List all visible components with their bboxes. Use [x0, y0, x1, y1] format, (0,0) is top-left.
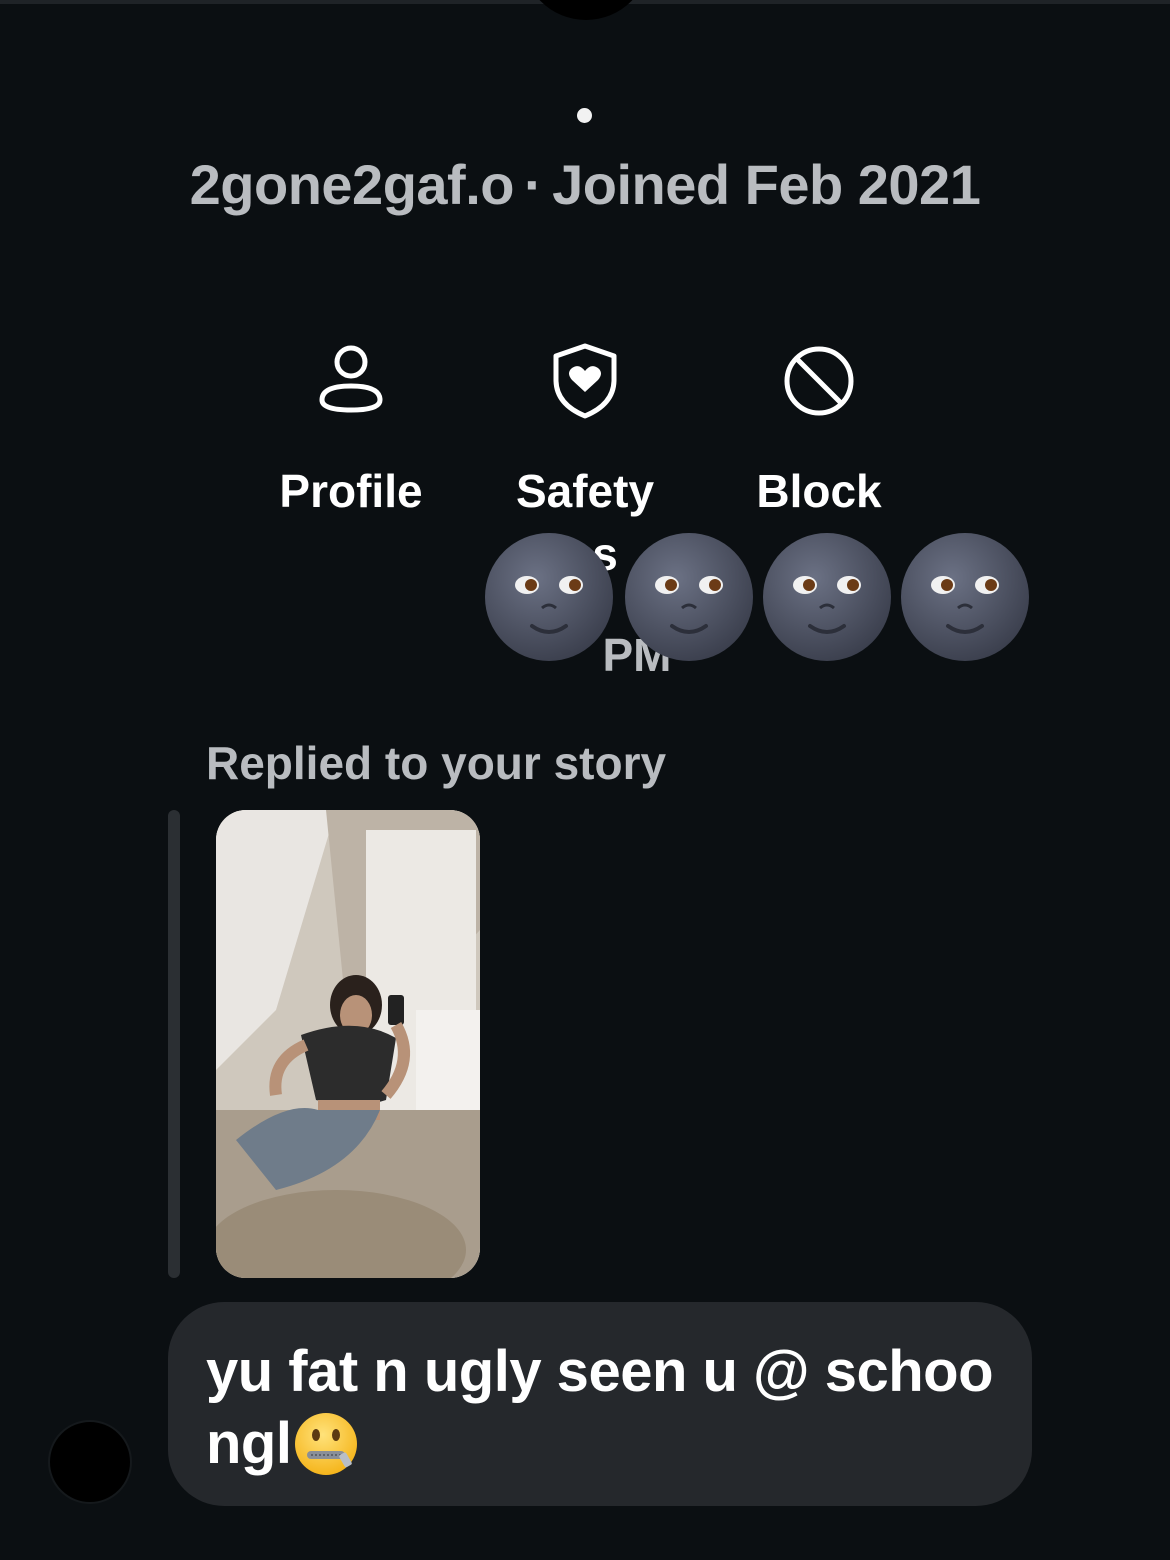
header-separator: ·	[523, 153, 543, 216]
block-button[interactable]: Block	[719, 340, 919, 519]
profile-button[interactable]: Profile	[251, 340, 451, 519]
dm-thread-screen: 2gone2gaf.o · Joined Feb 2021 Profile Safe…	[0, 0, 1170, 1560]
message-line-1: yu fat n ugly seen u @ schoo	[206, 1339, 994, 1404]
message-line-2: ngl	[206, 1408, 1006, 1480]
new-moon-face-icon	[898, 530, 1032, 664]
emoji-overlay	[482, 530, 1042, 666]
profile-header: 2gone2gaf.o · Joined Feb 2021	[0, 152, 1170, 217]
story-reply-label: Replied to your story	[206, 737, 667, 789]
joined-date: Joined Feb 2021	[552, 153, 981, 216]
presence-dot	[577, 108, 592, 123]
story-thumbnail[interactable]	[216, 810, 480, 1278]
safety-label: Safety	[515, 465, 655, 517]
safety-button[interactable]: Safety	[485, 340, 685, 519]
new-moon-face-icon	[482, 530, 616, 664]
block-label: Block	[756, 465, 882, 517]
new-moon-face-icon	[622, 530, 756, 664]
block-icon	[778, 340, 860, 422]
zipper-mouth-face-icon	[293, 1411, 359, 1477]
sender-avatar[interactable]	[48, 1420, 132, 1504]
username[interactable]: 2gone2gaf.o	[190, 153, 515, 216]
message-text: yu fat n ugly seen u @ schoo ngl	[206, 1336, 1006, 1480]
profile-label: Profile	[279, 465, 423, 517]
person-icon	[310, 340, 392, 422]
reply-quote-bar	[168, 810, 180, 1278]
message-bubble[interactable]: yu fat n ugly seen u @ schoo ngl	[168, 1302, 1032, 1506]
new-moon-face-icon	[760, 530, 894, 664]
shield-heart-icon	[544, 340, 626, 422]
